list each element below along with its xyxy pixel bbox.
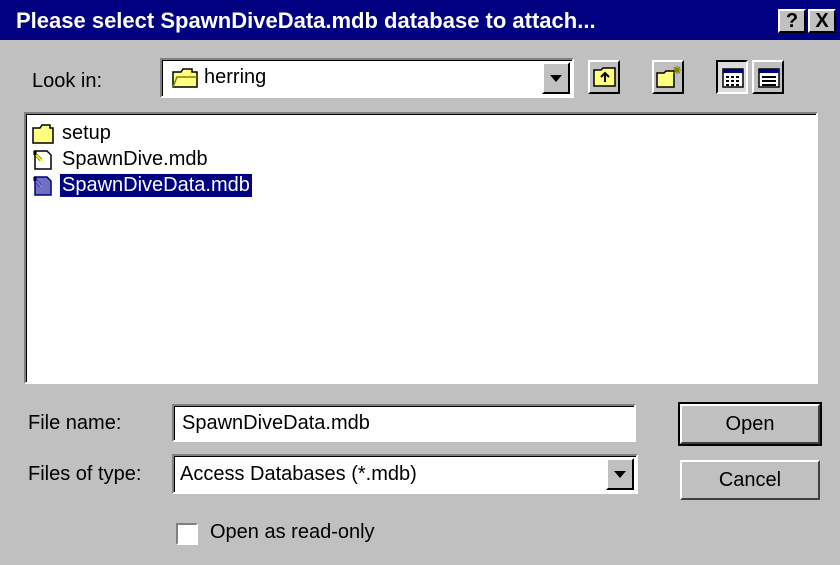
list-view-icon bbox=[722, 68, 744, 88]
folder-icon bbox=[32, 124, 54, 144]
file-open-dialog: Please select SpawnDiveData.mdb database… bbox=[0, 0, 840, 565]
list-item[interactable]: SpawnDive.mdb bbox=[32, 148, 232, 174]
file-name-label: setup bbox=[62, 122, 111, 144]
cancel-button[interactable]: Cancel bbox=[680, 460, 820, 500]
list-item-selected[interactable]: SpawnDiveData.mdb bbox=[32, 173, 292, 200]
file-name-label: SpawnDiveData.mdb bbox=[59, 173, 253, 198]
details-view-icon bbox=[758, 68, 780, 88]
files-of-type-select[interactable]: Access Databases (*.mdb) bbox=[172, 454, 638, 494]
open-button[interactable]: Open bbox=[678, 402, 822, 446]
help-button[interactable]: ? bbox=[778, 9, 806, 33]
new-folder-icon bbox=[656, 66, 681, 88]
list-view-button[interactable] bbox=[716, 60, 748, 94]
look-in-value: herring bbox=[204, 66, 267, 88]
file-name-input[interactable]: SpawnDiveData.mdb bbox=[172, 404, 636, 442]
up-folder-icon bbox=[593, 67, 616, 87]
files-of-type-label: Files of type: bbox=[28, 463, 142, 485]
look-in-dropdown-button[interactable] bbox=[542, 62, 570, 94]
look-in-combo[interactable]: herring bbox=[160, 58, 574, 98]
access-database-icon bbox=[32, 176, 52, 196]
look-in-label: Look in: bbox=[32, 70, 103, 92]
up-one-level-button[interactable] bbox=[588, 60, 620, 94]
read-only-checkbox[interactable] bbox=[176, 523, 198, 545]
close-button[interactable]: X bbox=[808, 9, 836, 33]
files-of-type-value: Access Databases (*.mdb) bbox=[180, 463, 417, 485]
folder-icon bbox=[172, 68, 198, 88]
file-name-label: SpawnDive.mdb bbox=[62, 148, 208, 170]
dialog-title: Please select SpawnDiveData.mdb database… bbox=[16, 8, 596, 33]
create-new-folder-button[interactable] bbox=[652, 60, 684, 94]
files-of-type-dropdown-button[interactable] bbox=[606, 458, 634, 490]
file-list[interactable]: setup SpawnDive.mdb SpawnDiveData.mdb bbox=[24, 112, 818, 384]
chevron-down-icon bbox=[550, 75, 562, 82]
chevron-down-icon bbox=[614, 471, 626, 478]
list-item[interactable]: setup bbox=[32, 122, 232, 148]
read-only-label[interactable]: Open as read-only bbox=[210, 521, 375, 544]
title-bar[interactable]: Please select SpawnDiveData.mdb database… bbox=[0, 0, 840, 40]
file-name-value: SpawnDiveData.mdb bbox=[182, 412, 370, 434]
file-name-label: File name: bbox=[28, 412, 122, 434]
access-database-icon bbox=[32, 150, 52, 170]
details-view-button[interactable] bbox=[752, 60, 784, 94]
